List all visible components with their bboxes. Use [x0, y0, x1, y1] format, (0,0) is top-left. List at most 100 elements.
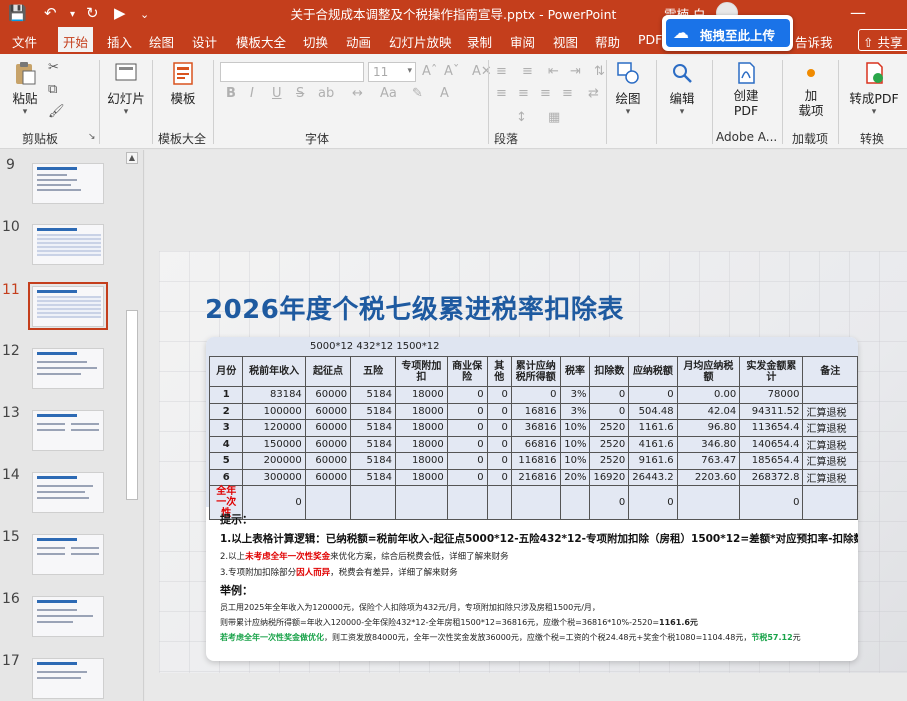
- table-cell[interactable]: 0: [589, 386, 630, 404]
- table-cell[interactable]: 0: [446, 402, 488, 420]
- table-cell[interactable]: 60000: [304, 386, 352, 404]
- table-cell[interactable]: 0: [486, 386, 512, 404]
- slide-thumbnail-17[interactable]: [32, 658, 104, 699]
- tab-templates[interactable]: 模板大全: [236, 32, 286, 51]
- template-button[interactable]: 模板: [164, 60, 202, 107]
- paste-button[interactable]: 粘贴 ▾: [8, 60, 42, 117]
- create-pdf-button[interactable]: 创建 PDF: [728, 60, 764, 118]
- tell-me-search[interactable]: 告诉我: [795, 32, 833, 51]
- table-cell[interactable]: 0: [486, 402, 512, 420]
- table-cell[interactable]: 0: [510, 386, 561, 404]
- table-cell[interactable]: 96.80: [676, 419, 741, 437]
- drawing-button[interactable]: 绘图 ▾: [612, 60, 644, 117]
- numbered-list-icon[interactable]: ≡: [522, 64, 533, 79]
- tab-transitions[interactable]: 切换: [303, 32, 328, 51]
- bullets-list-icon[interactable]: ≡: [496, 64, 507, 79]
- tab-slideshow[interactable]: 幻灯片放映: [389, 32, 452, 51]
- table-cell[interactable]: 2520: [589, 435, 630, 453]
- current-slide[interactable]: 2026年度个税七级累进税率扣除表 5000*12 432*12 1500*12…: [159, 251, 907, 673]
- cut-icon[interactable]: ✂: [48, 60, 59, 75]
- table-cell[interactable]: 18000: [394, 386, 448, 404]
- minimize-icon[interactable]: —: [850, 3, 866, 22]
- font-color-icon[interactable]: A: [440, 86, 449, 101]
- table-cell[interactable]: 3%: [559, 386, 591, 404]
- tab-animations[interactable]: 动画: [346, 32, 371, 51]
- table-cell[interactable]: 0: [486, 452, 512, 470]
- increase-indent-icon[interactable]: ⇥: [570, 64, 581, 79]
- table-cell[interactable]: 5184: [350, 419, 396, 437]
- table-cell[interactable]: 0: [446, 386, 488, 404]
- table-cell[interactable]: 60000: [304, 435, 352, 453]
- table-cell[interactable]: 2520: [589, 452, 630, 470]
- table-cell[interactable]: 0: [486, 468, 512, 486]
- table-cell[interactable]: 18000: [394, 419, 448, 437]
- table-cell[interactable]: 0: [446, 452, 488, 470]
- thumbnail-scrollbar[interactable]: ▲: [124, 150, 140, 701]
- convert-pdf-button[interactable]: 转成PDF ▾: [846, 60, 902, 117]
- table-cell[interactable]: 26443.2: [628, 468, 678, 486]
- content-card[interactable]: 5000*12 432*12 1500*12 月份 税前年收入 起征点 五险 专…: [206, 337, 858, 661]
- tax-table[interactable]: 月份 税前年收入 起征点 五险 专项附加扣 商业保险 其他 累计应纳税所得额 税…: [208, 356, 858, 520]
- slide-thumbnail-10[interactable]: [32, 224, 104, 265]
- table-cell[interactable]: 94311.52: [739, 402, 804, 420]
- tab-view[interactable]: 视图: [553, 32, 578, 51]
- table-cell[interactable]: 5184: [350, 452, 396, 470]
- table-cell[interactable]: 汇算退税: [802, 402, 858, 420]
- table-cell[interactable]: 0: [446, 419, 488, 437]
- format-painter-icon[interactable]: 🖌: [48, 104, 65, 119]
- share-button[interactable]: ⇧ 共享: [858, 29, 907, 51]
- table-cell[interactable]: 20%: [559, 468, 591, 486]
- slide-thumbnail-16[interactable]: [32, 596, 104, 637]
- table-cell[interactable]: 5184: [350, 435, 396, 453]
- table-cell[interactable]: 汇算退税: [802, 452, 858, 470]
- table-cell[interactable]: 0: [486, 435, 512, 453]
- table-cell[interactable]: 140654.4: [739, 435, 804, 453]
- tab-draw[interactable]: 绘图: [149, 32, 174, 51]
- slide-thumbnail-14[interactable]: [32, 472, 104, 513]
- table-cell[interactable]: 42.04: [676, 402, 741, 420]
- table-cell[interactable]: 150000: [242, 435, 306, 453]
- font-size-select[interactable]: 11 ▾: [368, 62, 416, 82]
- table-cell[interactable]: [802, 386, 858, 404]
- tab-insert[interactable]: 插入: [107, 32, 132, 51]
- scrollbar-thumb[interactable]: [126, 310, 138, 500]
- table-cell[interactable]: 5184: [350, 386, 396, 404]
- increase-font-icon[interactable]: Aˆ: [422, 64, 437, 79]
- editing-button[interactable]: 编辑 ▾: [664, 60, 700, 117]
- table-cell[interactable]: 60000: [304, 419, 352, 437]
- table-cell[interactable]: 185654.4: [739, 452, 804, 470]
- tab-home[interactable]: 开始: [58, 27, 94, 54]
- upload-popup[interactable]: ☁ 拖拽至此上传: [662, 15, 793, 51]
- table-cell[interactable]: 10%: [559, 419, 591, 437]
- table-cell[interactable]: 2520: [589, 419, 630, 437]
- slide-thumbnail-13[interactable]: [32, 410, 104, 451]
- slide-thumbnail-15[interactable]: [32, 534, 104, 575]
- tab-file[interactable]: 文件: [12, 32, 37, 51]
- table-cell[interactable]: 汇算退税: [802, 435, 858, 453]
- align-left-icon[interactable]: ≡: [496, 86, 507, 101]
- tab-help[interactable]: 帮助: [595, 32, 620, 51]
- table-cell[interactable]: 18000: [394, 452, 448, 470]
- upload-drop-target[interactable]: ☁ 拖拽至此上传: [666, 19, 790, 47]
- table-cell[interactable]: 3: [208, 419, 244, 437]
- text-shadow-button[interactable]: ab: [318, 86, 334, 101]
- tab-record[interactable]: 录制: [467, 32, 492, 51]
- align-center-icon[interactable]: ≡: [518, 86, 529, 101]
- decrease-indent-icon[interactable]: ⇤: [548, 64, 559, 79]
- line-spacing-icon[interactable]: ⇅: [594, 64, 605, 79]
- new-slide-button[interactable]: 幻灯片 ▾: [106, 60, 146, 117]
- table-cell[interactable]: 16816: [510, 402, 561, 420]
- table-cell[interactable]: 83184: [242, 386, 306, 404]
- table-cell[interactable]: 60000: [304, 402, 352, 420]
- table-cell[interactable]: 5: [208, 452, 244, 470]
- table-cell[interactable]: 60000: [304, 452, 352, 470]
- change-case-icon[interactable]: Aa: [380, 86, 397, 101]
- table-cell[interactable]: 18000: [394, 435, 448, 453]
- table-cell[interactable]: 0.00: [676, 386, 741, 404]
- italic-button[interactable]: I: [250, 86, 254, 101]
- table-cell[interactable]: 2203.60: [676, 468, 741, 486]
- table-cell[interactable]: 1: [208, 386, 244, 404]
- table-cell[interactable]: 216816: [510, 468, 561, 486]
- table-cell[interactable]: 4161.6: [628, 435, 678, 453]
- table-cell[interactable]: 5184: [350, 468, 396, 486]
